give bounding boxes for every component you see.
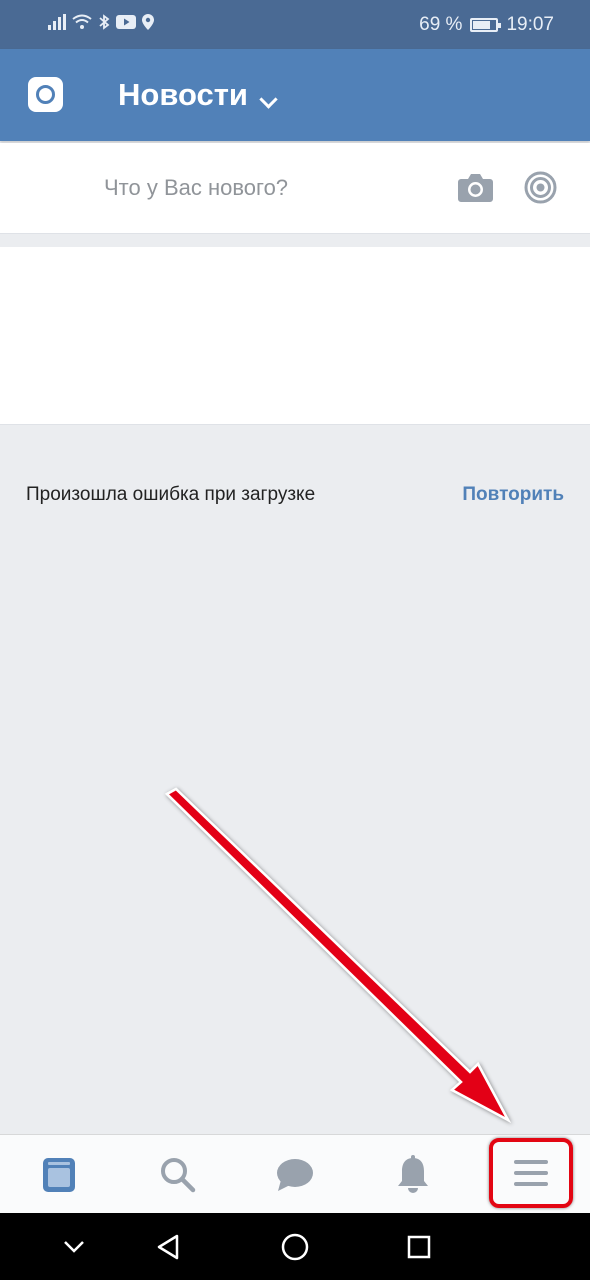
camera-icon xyxy=(36,85,55,104)
search-icon xyxy=(161,1158,196,1193)
youtube-icon xyxy=(116,15,136,29)
battery-percent: 69 % xyxy=(419,14,463,35)
error-message: Произошла ошибка при загрузке xyxy=(26,484,316,505)
app-bar: Новости xyxy=(0,49,590,141)
signal-icon xyxy=(48,14,66,30)
composer-placeholder[interactable]: Что у Вас нового? xyxy=(104,175,288,201)
page-title[interactable]: Новости xyxy=(118,77,248,113)
status-bar: 69 % 19:07 xyxy=(0,0,590,49)
battery-icon xyxy=(470,18,502,32)
tab-messages[interactable] xyxy=(236,1135,354,1214)
location-icon xyxy=(142,14,154,30)
recents-icon[interactable] xyxy=(407,1235,431,1259)
home-icon[interactable] xyxy=(281,1233,309,1261)
feed-error: Произошла ошибка при загрузке Повторить xyxy=(0,470,590,520)
retry-button[interactable]: Повторить xyxy=(462,484,564,506)
stories-panel xyxy=(0,247,590,425)
status-icons xyxy=(48,14,154,30)
system-nav-bar xyxy=(0,1213,590,1280)
camera-button[interactable] xyxy=(28,77,63,112)
back-icon[interactable] xyxy=(156,1234,180,1260)
news-icon xyxy=(43,1158,75,1192)
highlight-box xyxy=(489,1138,573,1208)
stories-target-icon[interactable] xyxy=(524,171,557,204)
bell-icon xyxy=(398,1155,428,1193)
tab-search[interactable] xyxy=(118,1135,236,1214)
chevron-down-icon[interactable] xyxy=(63,1240,85,1254)
chevron-down-icon[interactable] xyxy=(259,90,278,109)
clock: 19:07 xyxy=(506,14,554,35)
messages-icon xyxy=(277,1159,313,1191)
wifi-icon xyxy=(72,14,92,29)
bluetooth-icon xyxy=(99,14,110,30)
camera-icon[interactable] xyxy=(458,172,493,202)
post-composer[interactable]: Что у Вас нового? xyxy=(0,143,590,234)
tab-news[interactable] xyxy=(0,1135,118,1214)
tab-notifications[interactable] xyxy=(354,1135,472,1214)
